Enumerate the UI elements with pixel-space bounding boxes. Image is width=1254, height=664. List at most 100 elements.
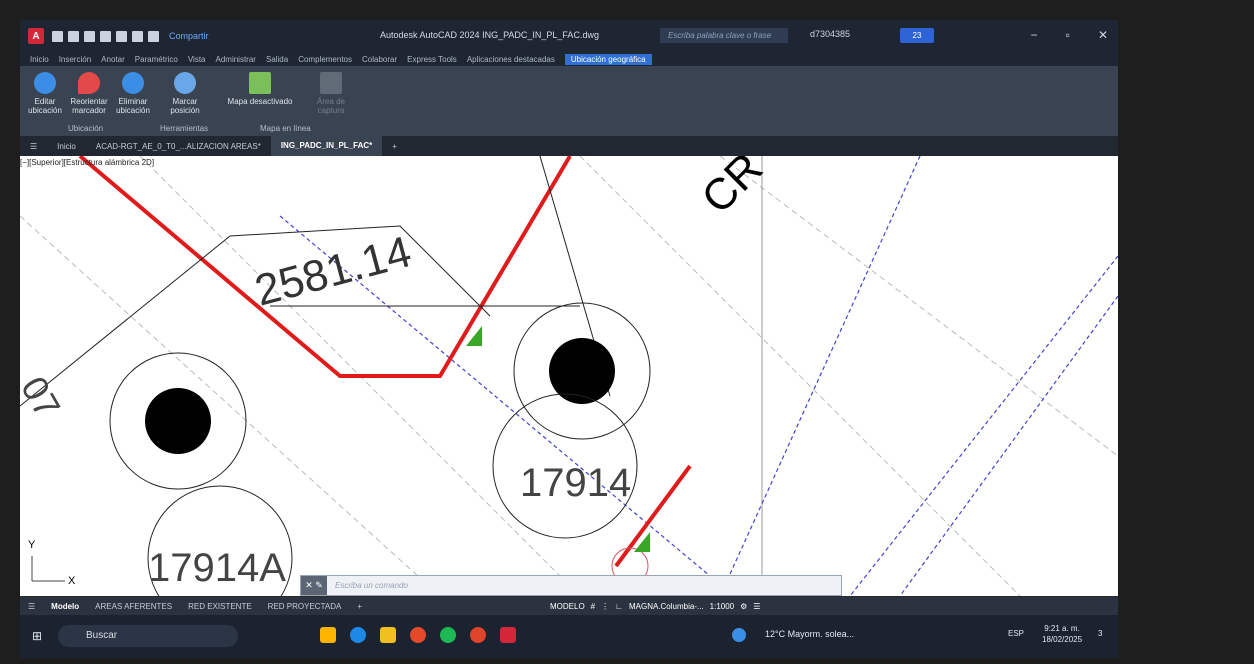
globe-icon [34, 72, 56, 94]
green-marker-2 [634, 532, 650, 552]
layout-tab-red-proyectada[interactable]: RED PROYECTADA [260, 602, 350, 611]
minimize-icon[interactable]: − [1031, 28, 1038, 42]
new-file-icon[interactable] [52, 30, 63, 42]
clock-badge[interactable]: 23 [900, 28, 934, 43]
notification-badge[interactable]: 3 [1098, 629, 1102, 638]
autocad-taskbar-icon[interactable] [500, 627, 516, 643]
road-label[interactable]: CR [692, 156, 772, 223]
tab-insercion[interactable]: Inserción [59, 55, 91, 64]
grid-icon[interactable]: # [591, 602, 595, 611]
tab-vista[interactable]: Vista [188, 55, 206, 64]
map-icon [249, 72, 271, 94]
undo-icon[interactable] [148, 30, 159, 42]
mark-position-icon [174, 72, 196, 94]
help-icon[interactable] [732, 628, 746, 642]
doctab-ing-padc[interactable]: ING_PADC_IN_PL_FAC* [270, 136, 383, 156]
window-title: Autodesk AutoCAD 2024 ING_PADC_IN_PL_FAC… [380, 30, 599, 40]
colorful-app-icon[interactable] [320, 627, 336, 643]
customize-icon[interactable]: ☰ [753, 602, 760, 611]
ucs-x-label: X [68, 575, 76, 587]
export-icon[interactable] [116, 30, 127, 42]
new-tab-icon[interactable]: + [382, 142, 407, 151]
command-close-icon[interactable]: ✕ ✎ [301, 576, 327, 595]
capture-area-button[interactable]: Área de captura [310, 72, 352, 115]
edit-location-button[interactable]: Editar ubicación [26, 72, 64, 115]
close-icon[interactable]: ✕ [1098, 28, 1108, 42]
share-button[interactable]: Compartir [169, 31, 209, 41]
group-ubicacion: Ubicación [68, 124, 104, 133]
tab-express-tools[interactable]: Express Tools [407, 55, 457, 64]
marker-icon [78, 72, 100, 94]
document-tabs: ☰ Inicio ACAD-RGT_AE_0_T0_...ALIZACION A… [20, 136, 1118, 156]
small-label[interactable]: 07 [20, 370, 69, 425]
layout-menu-icon[interactable]: ☰ [20, 602, 43, 611]
dimension-text[interactable]: 2581.14 [250, 227, 416, 315]
add-layout-icon[interactable]: + [349, 602, 370, 611]
clock-time: 9:21 a. m. [1044, 624, 1080, 633]
group-herramientas: Herramientas [160, 124, 209, 133]
app-icon[interactable] [470, 627, 486, 643]
tab-colaborar[interactable]: Colaborar [362, 55, 397, 64]
app-menu-icon[interactable]: ☰ [20, 142, 47, 151]
maximize-icon[interactable]: ▫ [1066, 28, 1070, 42]
clock-date: 18/02/2025 [1042, 635, 1083, 644]
model-space-button[interactable]: MODELO [550, 602, 585, 611]
tab-parametrico[interactable]: Paramétrico [135, 55, 178, 64]
ribbon-tabs: Inicio Inserción Anotar Paramétrico Vist… [20, 52, 1118, 66]
ortho-icon[interactable]: ∟ [615, 602, 623, 611]
ucs-y-label: Y [28, 539, 36, 551]
doctab-inicio[interactable]: Inicio [47, 142, 86, 151]
command-input[interactable]: Escriba un comando [335, 581, 408, 590]
ribbon-panel: Editar ubicación Reorientar marcador Eli… [20, 66, 1118, 136]
autocad-logo-icon[interactable]: A [28, 28, 44, 44]
command-line[interactable]: ✕ ✎ Escriba un comando [300, 575, 842, 596]
tab-salida[interactable]: Salida [266, 55, 288, 64]
title-bar: A Compartir Autodesk AutoCAD 2024 ING_PA… [20, 20, 1118, 52]
search-input[interactable]: Escriba palabra clave o frase [660, 28, 788, 43]
plot-icon[interactable] [132, 30, 143, 42]
edge-icon[interactable] [350, 627, 366, 643]
layout-tab-red-existente[interactable]: RED EXISTENTE [180, 602, 260, 611]
coord-system[interactable]: MAGNA.Columbia-... [629, 602, 704, 611]
taskbar-clock[interactable]: 9:21 a. m. 18/02/2025 [1042, 623, 1082, 645]
annotation-scale[interactable]: 1:1000 [710, 602, 734, 611]
autocad-window: A Compartir Autodesk AutoCAD 2024 ING_PA… [20, 20, 1118, 658]
tab-administrar[interactable]: Administrar [216, 55, 256, 64]
remove-location-button[interactable]: Eliminar ubicación [114, 72, 152, 115]
save-as-icon[interactable] [100, 30, 111, 42]
globe-remove-icon [122, 72, 144, 94]
user-name[interactable]: d7304385 [810, 29, 850, 39]
tab-anotar[interactable]: Anotar [101, 55, 125, 64]
taskbar-apps [320, 627, 516, 643]
tab-complementos[interactable]: Complementos [298, 55, 352, 64]
status-bar: MODELO # ⋮ ∟ MAGNA.Columbia-... 1:1000 ⚙… [550, 597, 760, 615]
windows-taskbar: ⊞ Buscar 12°C Mayorm. solea... ESP 9:21 … [20, 615, 1118, 658]
mark-position-button[interactable]: Marcar posición [166, 72, 204, 115]
viewport-label[interactable]: [−][Superior][Estructura alámbrica 2D] [20, 158, 154, 167]
doctab-acad-rgt[interactable]: ACAD-RGT_AE_0_T0_...ALIZACION AREAS* [86, 142, 271, 151]
node-fill-1 [145, 388, 211, 454]
language-indicator[interactable]: ESP [1008, 629, 1024, 638]
spotify-icon[interactable] [440, 627, 456, 643]
reorient-marker-button[interactable]: Reorientar marcador [68, 72, 110, 115]
windows-start-icon[interactable]: ⊞ [32, 629, 42, 643]
weather-widget[interactable]: 12°C Mayorm. solea... [765, 629, 854, 639]
lot-label-17914a[interactable]: 17914A [148, 546, 286, 590]
layout-tab-areas[interactable]: AREAS AFERENTES [87, 602, 180, 611]
file-explorer-icon[interactable] [380, 627, 396, 643]
tab-inicio[interactable]: Inicio [30, 55, 49, 64]
drawing-canvas[interactable]: [−][Superior][Estructura alámbrica 2D] 2… [20, 156, 1118, 596]
drawing-svg: 2581.14 17914 17914A CR 07 Y X [20, 156, 1118, 596]
open-file-icon[interactable] [68, 30, 79, 42]
tab-aplicaciones[interactable]: Aplicaciones destacadas [467, 55, 555, 64]
tab-ubicacion-geografica[interactable]: Ubicación geográfica [564, 53, 652, 65]
chrome-icon[interactable] [410, 627, 426, 643]
lot-label-17914[interactable]: 17914 [520, 461, 631, 505]
map-off-button[interactable]: Mapa desactivado [220, 72, 300, 106]
layout-tab-modelo[interactable]: Modelo [43, 602, 87, 611]
capture-area-icon [320, 72, 342, 94]
snap-icon[interactable]: ⋮ [601, 602, 609, 611]
taskbar-search[interactable]: Buscar [58, 625, 238, 647]
save-icon[interactable] [84, 30, 95, 42]
settings-gear-icon[interactable]: ⚙ [740, 602, 747, 611]
